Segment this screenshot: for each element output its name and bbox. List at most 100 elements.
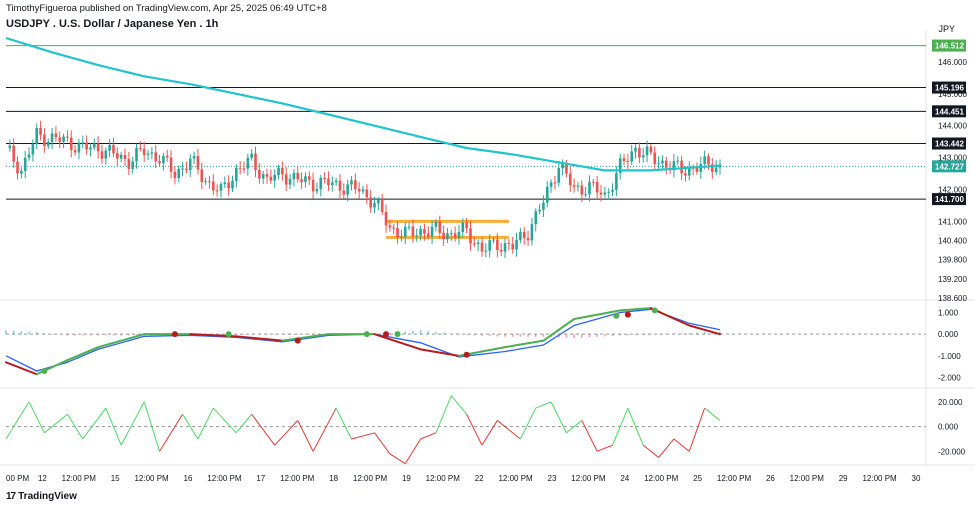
oscillator-line-segment bbox=[673, 438, 690, 452]
candle-body bbox=[104, 150, 108, 159]
candle-body bbox=[43, 134, 46, 146]
oscillator-line-segment bbox=[351, 432, 375, 440]
candle-body bbox=[139, 147, 142, 149]
candle-body bbox=[288, 179, 292, 185]
time-tick-label: 12:00 PM bbox=[134, 474, 169, 483]
macd-histogram-bar bbox=[688, 332, 691, 335]
oscillator-line-segment bbox=[82, 407, 107, 440]
candle-body bbox=[557, 168, 561, 183]
candle-body bbox=[534, 211, 538, 225]
crossover-dot bbox=[171, 331, 178, 338]
oscillator-line-segment bbox=[312, 407, 337, 452]
candle-body bbox=[503, 243, 507, 252]
candle-body bbox=[611, 189, 614, 192]
macd-histogram-bar bbox=[611, 334, 614, 336]
signal-line-segment bbox=[66, 346, 100, 362]
level-label: 143.442 bbox=[935, 140, 964, 149]
candle-body bbox=[657, 163, 660, 165]
price-tick-label: 139.800 bbox=[938, 256, 967, 265]
candle-body bbox=[77, 142, 81, 153]
candle-body bbox=[215, 190, 219, 192]
candle-body bbox=[469, 228, 472, 244]
oscillator-line-segment bbox=[535, 401, 552, 409]
macd-histogram-bar bbox=[565, 334, 568, 338]
candle-body bbox=[165, 155, 169, 158]
candle-body bbox=[311, 179, 315, 192]
candle-body bbox=[442, 232, 445, 240]
candle-body bbox=[653, 152, 657, 164]
candle-body bbox=[446, 233, 449, 240]
time-tick-label: 17 bbox=[256, 474, 265, 483]
osc-tick-label: 20.000 bbox=[938, 398, 963, 407]
candle-body bbox=[188, 158, 192, 171]
level-label: 141.700 bbox=[935, 195, 964, 204]
candle-body bbox=[430, 226, 434, 237]
time-tick-label: 26 bbox=[766, 474, 775, 483]
oscillator-line-segment bbox=[519, 407, 537, 440]
time-tick-label: 00 PM bbox=[6, 474, 29, 483]
candle-body bbox=[488, 240, 491, 251]
crossover-dot bbox=[463, 351, 470, 358]
candle-body bbox=[684, 173, 687, 176]
candle-body bbox=[403, 226, 407, 237]
oscillator-line-segment bbox=[297, 420, 314, 452]
macd-histogram-bar bbox=[419, 330, 422, 335]
macd-histogram-bar bbox=[604, 334, 606, 337]
time-tick-label: 15 bbox=[111, 474, 120, 483]
macd-histogram-bar bbox=[504, 334, 506, 337]
candle-body bbox=[342, 190, 346, 195]
macd-histogram-bar bbox=[304, 334, 307, 335]
macd-histogram-bar bbox=[51, 333, 53, 335]
candle-body bbox=[330, 182, 334, 186]
candle-body bbox=[388, 225, 392, 228]
candle-body bbox=[538, 209, 541, 212]
osc-tick-label: -20.000 bbox=[938, 447, 966, 456]
price-tick-label: 144.000 bbox=[938, 122, 967, 131]
macd-histogram-bar bbox=[58, 334, 61, 335]
macd-histogram-bar bbox=[450, 333, 453, 335]
candle-body bbox=[27, 154, 31, 158]
candle-body bbox=[473, 243, 476, 245]
macd-histogram-bar bbox=[542, 334, 545, 337]
macd-histogram-bar bbox=[74, 334, 76, 336]
macd-histogram-bar bbox=[519, 334, 522, 337]
crossover-dot bbox=[363, 331, 370, 338]
oscillator-line-segment bbox=[335, 407, 352, 440]
time-tick-label: 12:00 PM bbox=[717, 474, 752, 483]
candle-body bbox=[246, 157, 250, 169]
candle-body bbox=[69, 137, 73, 151]
time-tick-label: 19 bbox=[402, 474, 411, 483]
candle-body bbox=[426, 233, 430, 237]
candle-body bbox=[461, 222, 465, 233]
chart-canvas[interactable]: 146.000145.000144.000143.000142.000141.0… bbox=[0, 0, 975, 508]
candle-body bbox=[630, 151, 634, 162]
macd-histogram-bar bbox=[404, 331, 407, 335]
candle-body bbox=[357, 188, 361, 192]
candle-body bbox=[449, 233, 453, 235]
macd-histogram-bar bbox=[458, 334, 460, 335]
candle-body bbox=[384, 211, 388, 226]
macd-histogram-bar bbox=[442, 332, 445, 335]
candle-body bbox=[423, 229, 426, 234]
oscillator-line-segment bbox=[404, 438, 422, 464]
level-label: 145.196 bbox=[935, 84, 964, 93]
candle-body bbox=[273, 175, 277, 181]
time-tick-label: 12:00 PM bbox=[353, 474, 388, 483]
candle-body bbox=[73, 150, 77, 153]
last-price-label: 142.727 bbox=[935, 162, 964, 171]
candle-body bbox=[261, 174, 265, 179]
macd-histogram-bar bbox=[20, 331, 23, 335]
candle-body bbox=[407, 226, 411, 228]
candle-body bbox=[588, 181, 591, 195]
crossover-dot bbox=[624, 311, 631, 318]
macd-histogram-bar bbox=[680, 333, 683, 335]
time-tick-label: 23 bbox=[548, 474, 557, 483]
time-tick-label: 30 bbox=[912, 474, 921, 483]
oscillator-line-segment bbox=[566, 420, 583, 434]
candle-body bbox=[492, 239, 495, 241]
candle-body bbox=[592, 181, 595, 183]
candle-body bbox=[580, 185, 584, 195]
candle-body bbox=[85, 142, 88, 150]
macd-histogram-bar bbox=[665, 334, 668, 335]
candle-body bbox=[599, 192, 603, 195]
